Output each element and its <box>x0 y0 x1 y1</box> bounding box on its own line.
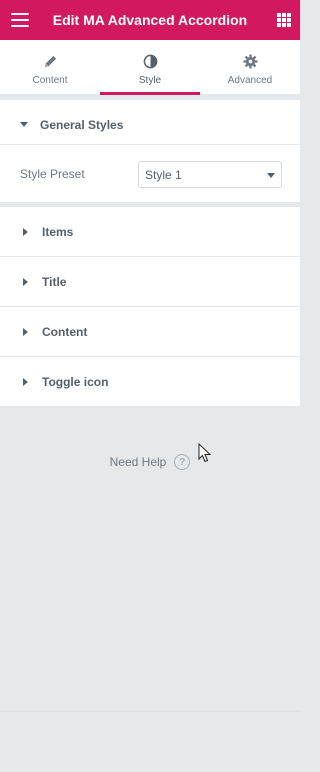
caret-right-icon <box>23 377 28 386</box>
style-preset-value: Style 1 <box>145 167 182 182</box>
tab-style[interactable]: Style <box>100 40 200 95</box>
section-general-styles[interactable]: General Styles <box>0 100 300 149</box>
section-toggle-icon-header[interactable]: Toggle icon <box>0 357 300 406</box>
section-items[interactable]: Items <box>0 207 300 256</box>
section-items-header[interactable]: Items <box>0 207 300 256</box>
tab-advanced[interactable]: Advanced <box>200 40 300 94</box>
editor-header: Edit MA Advanced Accordion <box>0 0 300 40</box>
grid-icon[interactable] <box>277 13 291 27</box>
tab-style-label: Style <box>138 75 162 86</box>
style-preset-select[interactable]: Style 1 <box>138 161 282 188</box>
section-title-header[interactable]: Title <box>0 257 300 306</box>
need-help-link[interactable]: Need Help ? <box>0 452 300 472</box>
tab-advanced-label: Advanced <box>227 75 273 86</box>
section-content-style[interactable]: Content <box>0 307 300 356</box>
caret-right-icon <box>23 327 28 336</box>
tab-content[interactable]: Content <box>0 40 100 94</box>
question-circle-icon: ? <box>174 454 191 470</box>
chevron-down-icon <box>267 173 275 178</box>
caret-right-icon <box>23 277 28 286</box>
section-title: Content <box>42 324 88 339</box>
tab-content-label: Content <box>32 75 68 86</box>
panel-tabs: Content Style Advanced <box>0 40 300 95</box>
mouse-pointer-icon <box>198 443 212 463</box>
style-preset-control: Style Preset Style 1 <box>0 145 300 202</box>
gear-icon <box>242 53 258 69</box>
pencil-icon <box>42 53 58 69</box>
caret-down-icon <box>20 122 28 127</box>
need-help-label: Need Help <box>109 455 167 469</box>
panel-title: Edit MA Advanced Accordion <box>52 12 248 28</box>
section-title: Items <box>42 224 74 239</box>
caret-right-icon <box>23 227 28 236</box>
half-circle-icon <box>142 53 158 69</box>
section-title: Toggle icon <box>42 374 109 389</box>
style-preset-label: Style Preset <box>20 166 85 181</box>
section-toggle-icon[interactable]: Toggle icon <box>0 357 300 406</box>
section-title: Title <box>42 274 67 289</box>
divider <box>0 711 300 712</box>
section-title: General Styles <box>40 117 124 132</box>
section-title-style[interactable]: Title <box>0 257 300 306</box>
section-general-styles-header[interactable]: General Styles <box>0 100 300 149</box>
section-content-header[interactable]: Content <box>0 307 300 356</box>
